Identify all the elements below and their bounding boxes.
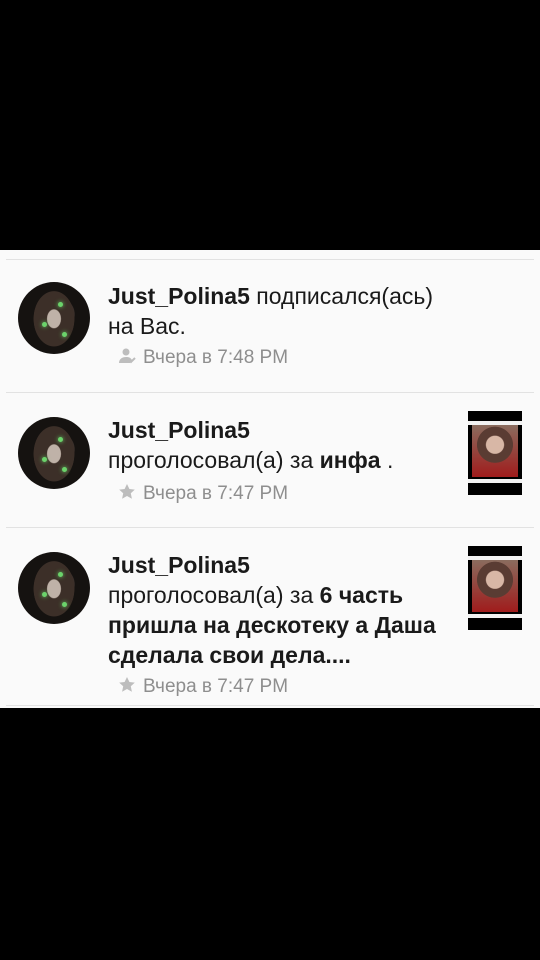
username-link[interactable]: Just_Polina5 — [108, 415, 448, 445]
story-thumbnail[interactable] — [468, 546, 522, 630]
notification-time: Вчера в 7:48 PM — [117, 346, 288, 370]
notification-action: проголосовал(а) за — [108, 582, 314, 608]
notification-time: Вчера в 7:47 PM — [117, 482, 288, 506]
story-thumbnail[interactable] — [468, 411, 522, 495]
divider — [6, 527, 534, 528]
avatar[interactable] — [18, 282, 90, 354]
vote-target-link[interactable]: инфа — [320, 447, 381, 473]
avatar[interactable] — [18, 552, 90, 624]
time-label: Вчера в 7:47 PM — [143, 483, 289, 504]
follow-icon — [117, 346, 137, 366]
star-icon — [117, 482, 137, 502]
notification-suffix: . — [380, 447, 394, 473]
notification-text: Just_Polina5 проголосовал(а) за инфа . — [108, 415, 448, 475]
time-label: Вчера в 7:47 PM — [143, 676, 289, 697]
username-link[interactable]: Just_Polina5 — [108, 283, 250, 309]
divider — [6, 705, 534, 706]
avatar[interactable] — [18, 417, 90, 489]
divider — [6, 392, 534, 393]
notification-text: Just_Polina5 подписался(ась) на Вас. — [108, 281, 448, 341]
notification-action: проголосовал(а) за — [108, 447, 314, 473]
star-icon — [117, 675, 137, 695]
username-link[interactable]: Just_Polina5 — [108, 550, 448, 580]
divider — [6, 259, 534, 260]
notifications-panel: Just_Polina5 подписался(ась) на Вас. Вче… — [0, 250, 540, 708]
notification-time: Вчера в 7:47 PM — [117, 675, 288, 699]
time-label: Вчера в 7:48 PM — [143, 347, 289, 368]
notification-text: Just_Polina5 проголосовал(а) за 6 часть … — [108, 550, 448, 670]
